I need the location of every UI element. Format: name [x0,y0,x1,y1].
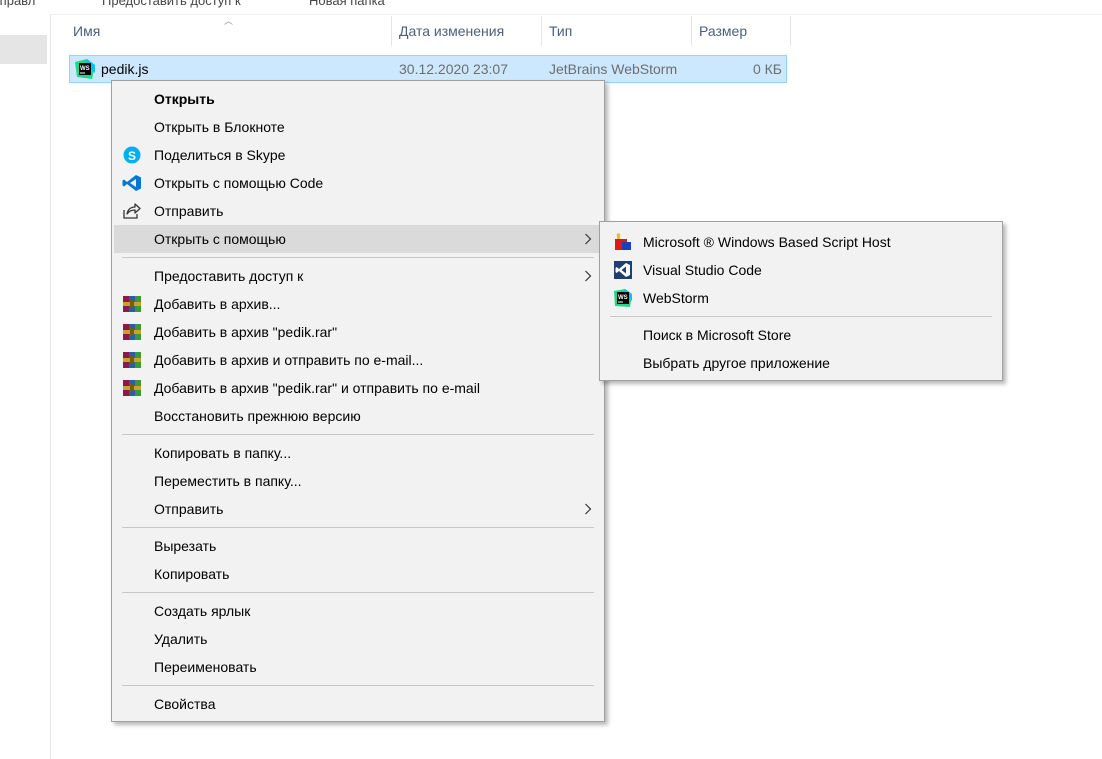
toolbar-share[interactable]: Предоставить доступ к [102,0,241,8]
file-type: JetBrains WebStorm [549,61,678,77]
submenu-choose-other[interactable]: Выбрать другое приложение [602,349,1000,377]
menu-separator [122,685,594,686]
nav-selected-item[interactable] [0,35,47,64]
submenu-vscode[interactable]: Visual Studio Code [602,256,1000,284]
file-row-selected[interactable]: WS pedik.js 30.12.2020 23:07 JetBrains W… [69,55,787,83]
file-size: 0 КБ [752,61,782,77]
menu-copy-to-folder[interactable]: Копировать в папку... [114,439,602,467]
menu-open-code[interactable]: Открыть с помощью Code [114,169,602,197]
menu-add-archive-named-email[interactable]: Добавить в архив "pedik.rar" и отправить… [114,374,602,402]
menu-grant-access[interactable]: Предоставить доступ к [114,262,602,290]
menu-open-with[interactable]: Открыть с помощью [114,225,602,253]
svg-text:S: S [128,149,136,163]
submenu-script-host[interactable]: Microsoft ® Windows Based Script Host [602,228,1000,256]
menu-move-to-folder[interactable]: Переместить в папку... [114,467,602,495]
webstorm-file-icon: WS [75,59,95,79]
column-header-type[interactable]: Тип [542,16,691,46]
ribbon-toolbar: Управл Предоставить доступ к Новая папка [0,0,1102,15]
chevron-right-icon [585,233,592,245]
menu-copy[interactable]: Копировать [114,560,602,588]
menu-add-archive-email[interactable]: Добавить в архив и отправить по e-mail..… [114,346,602,374]
winrar-icon [123,296,141,312]
vscode-app-icon [614,261,632,279]
menu-send[interactable]: Отправить [114,197,602,225]
menu-add-archive[interactable]: Добавить в архив... [114,290,602,318]
menu-separator [122,257,594,258]
submenu-webstorm[interactable]: WS WebStorm [602,284,1000,312]
menu-delete[interactable]: Удалить [114,625,602,653]
menu-separator [610,316,992,317]
menu-separator [122,434,594,435]
winrar-icon [123,380,141,396]
chevron-right-icon [585,270,592,282]
menu-properties[interactable]: Свойства [114,690,602,718]
column-header-name[interactable]: Имя [66,16,391,46]
skype-icon: S [123,146,141,164]
svg-text:WS: WS [618,295,628,301]
navigation-pane [0,14,51,759]
context-menu: Открыть Открыть в Блокноте S Поделиться … [111,80,605,722]
menu-open-notepad[interactable]: Открыть в Блокноте [114,113,602,141]
webstorm-icon: WS [614,289,632,307]
menu-open[interactable]: Открыть [114,85,602,113]
svg-text:WS: WS [80,66,90,72]
script-host-icon [615,233,631,250]
toolbar-manage[interactable]: Управл [0,0,35,8]
vscode-icon [122,175,141,191]
menu-separator [122,592,594,593]
column-divider[interactable] [790,16,791,46]
column-header-modified[interactable]: Дата изменения [392,16,541,46]
submenu-store-search[interactable]: Поиск в Microsoft Store [602,321,1000,349]
menu-share-skype[interactable]: S Поделиться в Skype [114,141,602,169]
menu-create-shortcut[interactable]: Создать ярлык [114,597,602,625]
file-name: pedik.js [101,61,149,77]
menu-restore-version[interactable]: Восстановить прежнюю версию [114,402,602,430]
toolbar-new-folder[interactable]: Новая папка [309,0,385,8]
column-header-size[interactable]: Размер [692,16,790,46]
menu-cut[interactable]: Вырезать [114,532,602,560]
menu-rename[interactable]: Переименовать [114,653,602,681]
file-modified: 30.12.2020 23:07 [399,61,508,77]
chevron-right-icon [585,503,592,515]
winrar-icon [123,352,141,368]
menu-separator [122,527,594,528]
menu-send-to[interactable]: Отправить [114,495,602,523]
open-with-submenu: Microsoft ® Windows Based Script Host Vi… [599,221,1003,381]
menu-add-archive-named[interactable]: Добавить в архив "pedik.rar" [114,318,602,346]
winrar-icon [123,324,141,340]
share-icon [123,203,141,219]
